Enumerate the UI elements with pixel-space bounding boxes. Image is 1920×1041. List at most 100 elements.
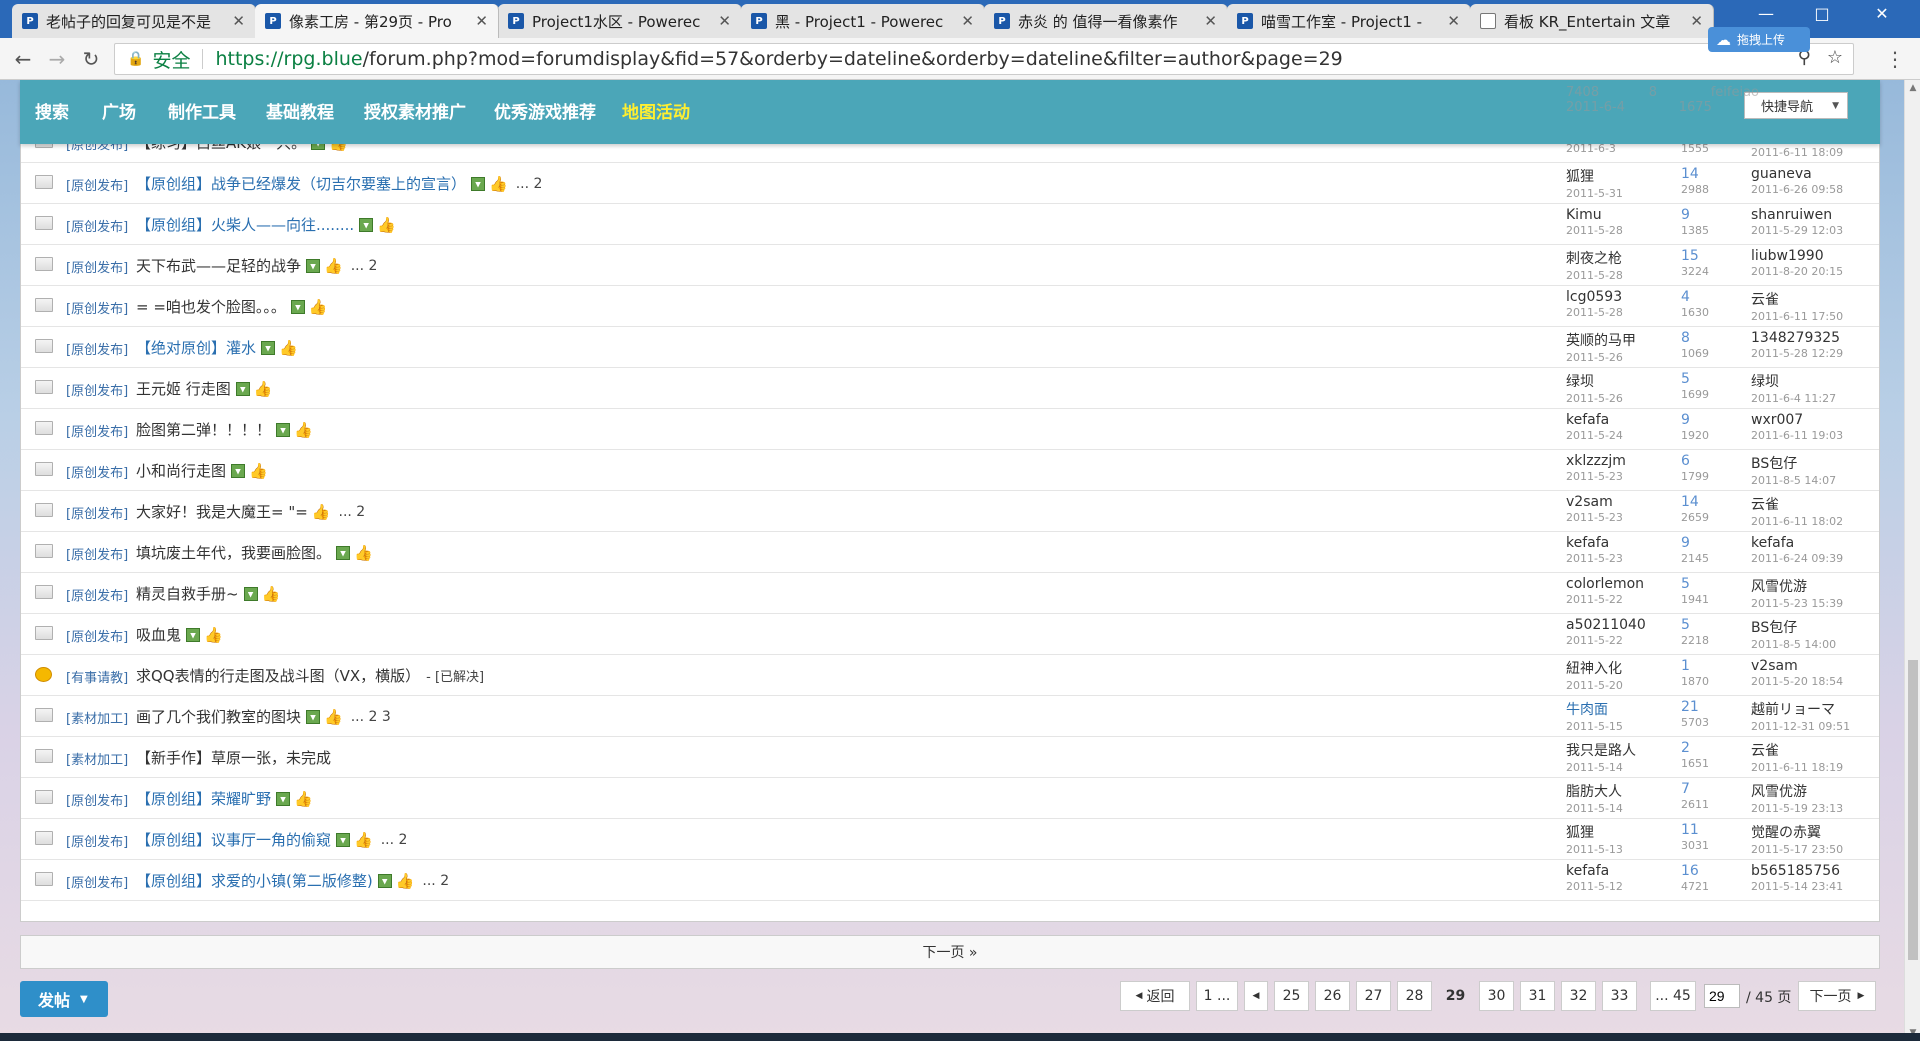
author-name[interactable]: kefafa [1566,412,1623,428]
page-scrollbar[interactable]: ▲ ▼ [1904,80,1920,1041]
url-input[interactable]: 🔒 安全 https://rpg.blue /forum.php?mod=for… [114,43,1854,75]
next-page-bar[interactable]: 下一页 » [20,935,1880,969]
last-reply-date[interactable]: 2011-6-4 11:27 [1751,392,1836,405]
pager-page-number[interactable]: 29 [1438,981,1473,1011]
browser-tab[interactable]: P 像素工房 - 第29页 - Pro ✕ [255,4,499,38]
thread-title[interactable]: 王元姬 行走图 👍 [136,378,272,399]
thread-category[interactable]: [有事请教] [66,667,128,686]
last-reply-user[interactable]: 云雀 [1751,289,1843,309]
pager-next-button[interactable]: 下一页 ▶ [1798,981,1876,1011]
tab-close-icon[interactable]: ✕ [1690,12,1703,30]
thread-title[interactable]: 脸图第二弹！！！！ 👍 [136,419,313,440]
thread-pages[interactable]: ... 2 3 [351,709,391,725]
reply-count[interactable]: 14 [1681,494,1709,510]
last-reply-date[interactable]: 2011-5-14 23:41 [1751,880,1843,893]
folder-icon[interactable] [35,257,53,271]
thread-category[interactable]: [原创发布] [66,831,128,850]
last-reply-date[interactable]: 2011-6-11 18:02 [1751,515,1843,528]
minimize-button[interactable]: — [1744,0,1788,26]
last-reply-date[interactable]: 2011-5-28 12:29 [1751,347,1843,360]
author-name[interactable]: kefafa [1566,863,1623,879]
tab-close-icon[interactable]: ✕ [475,12,488,30]
author-name[interactable]: xklzzzjm [1566,453,1626,469]
reply-count[interactable]: 2 [1681,740,1709,756]
author-name[interactable]: colorlemon [1566,576,1644,592]
folder-icon[interactable] [35,421,53,435]
last-reply-user[interactable]: 风雪优游 [1751,576,1843,596]
pager-page-number[interactable]: 32 [1561,981,1596,1011]
pager-page-number[interactable]: 31 [1520,981,1555,1011]
thread-pages[interactable]: ... 2 [422,873,449,889]
author-name[interactable]: 狐狸 [1566,822,1623,842]
thread-title[interactable]: 精灵自救手册~ 👍 [136,583,280,604]
last-reply-date[interactable]: 2011-5-17 23:50 [1751,843,1843,856]
thread-category[interactable]: [原创发布] [66,503,128,522]
reply-count[interactable]: 6 [1681,453,1709,469]
last-reply-date[interactable]: 2011-5-29 12:03 [1751,224,1843,237]
thread-title[interactable]: 吸血鬼 👍 [136,624,223,645]
thread-pages[interactable]: ... 2 [381,832,408,848]
last-reply-user[interactable]: v2sam [1751,658,1843,674]
last-reply-date[interactable]: 2011-5-19 23:13 [1751,802,1843,815]
folder-icon[interactable] [35,831,53,845]
author-name[interactable]: kefafa [1566,535,1623,551]
reload-button[interactable]: ↻ [78,46,104,72]
last-reply-date[interactable]: 2011-6-11 18:09 [1751,146,1843,159]
tab-close-icon[interactable]: ✕ [718,12,731,30]
tab-close-icon[interactable]: ✕ [961,12,974,30]
reply-count[interactable]: 4 [1681,289,1709,305]
nav-item[interactable]: 制作工具 [168,98,236,123]
pager-first-page[interactable]: 1 ... [1196,981,1238,1011]
last-reply-date[interactable]: 2011-6-11 19:03 [1751,429,1843,442]
thread-title[interactable]: 小和尚行走图 👍 [136,460,268,481]
thread-title[interactable]: 【原创组】荣耀旷野 👍 [136,788,313,809]
author-name[interactable]: 刺夜之枪 [1566,248,1623,268]
nav-item[interactable]: 广场 [102,98,136,123]
last-reply-date[interactable]: 2011-5-23 15:39 [1751,597,1843,610]
thread-title[interactable]: 【原创组】求爱的小镇(第二版修整) 👍 ... 2 [136,870,449,891]
thread-title[interactable]: 天下布武——足轻的战争 👍 ... 2 [136,255,377,276]
folder-icon[interactable] [35,626,53,640]
tab-close-icon[interactable]: ✕ [1204,12,1217,30]
last-reply-date[interactable]: 2011-8-20 20:15 [1751,265,1843,278]
pager-page-number[interactable]: 30 [1479,981,1514,1011]
browser-tab[interactable]: P 赤炎 的 值得一看像素作 ✕ [984,4,1228,38]
last-reply-user[interactable]: 1348279325 [1751,330,1843,346]
folder-icon[interactable] [35,790,53,804]
thread-category[interactable]: [原创发布] [66,257,128,276]
thread-category[interactable]: [素材加工] [66,749,128,768]
browser-tab[interactable]: 看板 KR_Entertain 文章 ✕ [1470,4,1714,38]
author-name[interactable]: Kimu [1566,207,1623,223]
nav-item[interactable]: 授权素材推广 [364,98,466,123]
back-button[interactable]: ← [10,46,36,72]
drag-upload-button[interactable]: ☁ 拖拽上传 [1708,27,1810,52]
reply-count[interactable]: 15 [1681,248,1709,264]
last-reply-date[interactable]: 2011-6-26 09:58 [1751,183,1843,196]
tab-close-icon[interactable]: ✕ [232,12,245,30]
reply-count[interactable]: 7 [1681,781,1709,797]
reply-count[interactable]: 9 [1681,207,1709,223]
author-name[interactable]: 绿坝 [1566,371,1623,391]
author-name[interactable]: 英顺的马甲 [1566,330,1636,350]
last-reply-user[interactable]: 云雀 [1751,494,1843,514]
author-name[interactable]: 狐狸 [1566,166,1623,186]
reply-count[interactable]: 1 [1681,658,1709,674]
browser-tab[interactable]: P 喵雪工作室 - Project1 - ✕ [1227,4,1471,38]
last-reply-user[interactable]: BS包仔 [1751,617,1836,637]
thread-category[interactable]: [原创发布] [66,298,128,317]
last-reply-user[interactable]: guaneva [1751,166,1843,182]
last-reply-date[interactable]: 2011-6-11 17:50 [1751,310,1843,323]
author-name[interactable]: 我只是路人 [1566,740,1636,760]
thread-category[interactable]: [原创发布] [66,872,128,891]
nav-item[interactable]: 优秀游戏推荐 [494,98,596,123]
question-thread-icon[interactable] [35,667,52,682]
thread-title[interactable]: 画了几个我们教室的图块 👍 ... 2 3 [136,706,391,727]
tab-close-icon[interactable]: ✕ [1447,12,1460,30]
thread-category[interactable]: [原创发布] [66,175,128,194]
author-name[interactable]: 紐神入化 [1566,658,1623,678]
thread-title[interactable]: 【绝对原创】灌水 👍 [136,337,298,358]
thread-category[interactable]: [原创发布] [66,544,128,563]
folder-icon[interactable] [35,708,53,722]
last-reply-user[interactable]: wxr007 [1751,412,1843,428]
folder-icon[interactable] [35,462,53,476]
